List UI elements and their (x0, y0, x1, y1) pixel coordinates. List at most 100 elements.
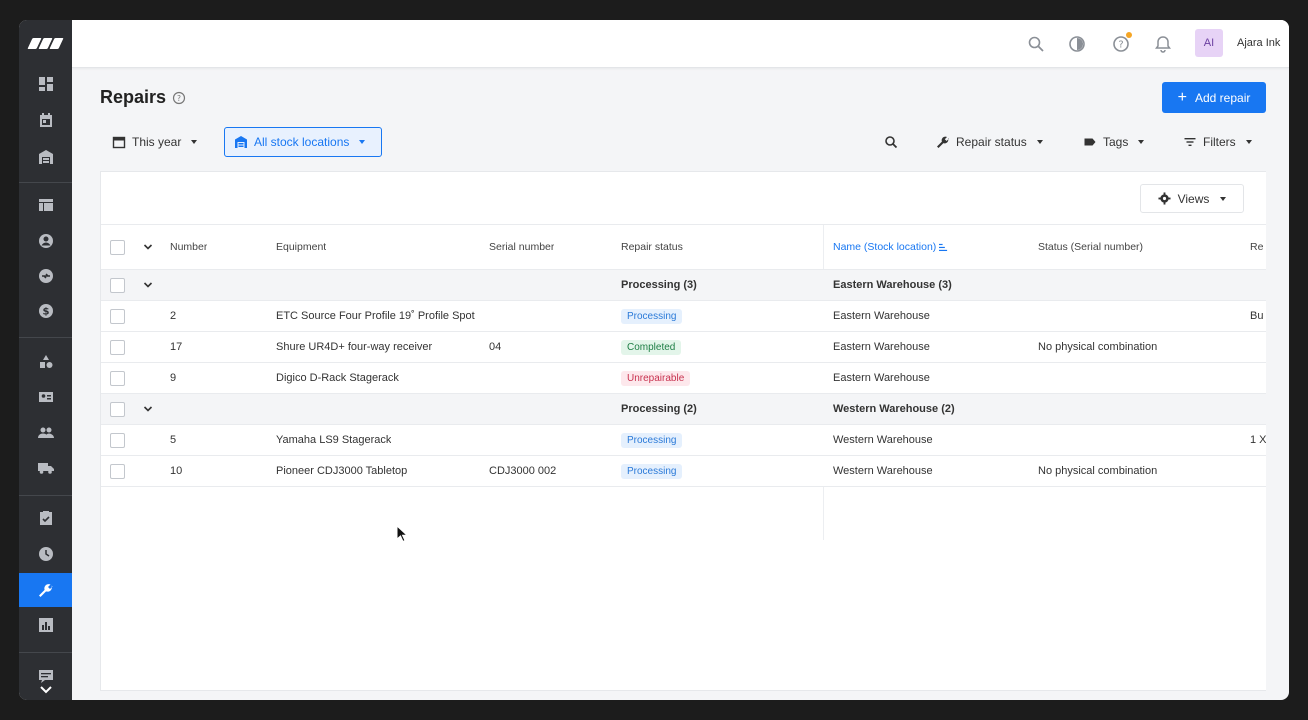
column-header-number[interactable]: Number (170, 225, 207, 269)
row-extra: Bu (1250, 310, 1264, 322)
caret-down-icon (1245, 140, 1252, 144)
chevron-down-icon[interactable] (143, 242, 153, 252)
wrench-icon[interactable] (19, 573, 72, 607)
row-checkbox[interactable] (110, 370, 125, 386)
status-badge: Completed (621, 339, 682, 355)
dollar-icon[interactable]: $ (19, 294, 72, 328)
bar-chart-icon[interactable] (19, 608, 72, 642)
people-icon[interactable] (19, 416, 72, 450)
table-row[interactable]: 10 Pioneer CDJ3000 Tabletop CDJ3000 002 … (101, 456, 1266, 487)
row-location: Eastern Warehouse (833, 372, 930, 384)
table-row[interactable]: 5 Yamaha LS9 Stagerack Processing Wester… (101, 425, 1266, 456)
row-number: 9 (170, 372, 177, 384)
column-header-serial-status[interactable]: Status (Serial number) (1038, 225, 1143, 269)
truck-icon[interactable] (19, 451, 72, 485)
avatar[interactable]: AI (1195, 29, 1223, 57)
table-row[interactable]: 17 Shure UR4D+ four-way receiver 04 Comp… (101, 332, 1266, 363)
row-checkbox[interactable] (110, 339, 125, 355)
theme-icon[interactable] (1067, 34, 1087, 54)
filters-button[interactable]: Filters (1174, 127, 1261, 157)
group-status: Processing (3) (621, 279, 697, 291)
caret-down-icon (359, 140, 366, 144)
row-equipment[interactable]: Pioneer CDJ3000 Tabletop (276, 456, 407, 486)
row-equipment[interactable]: Shure UR4D+ four-way receiver (276, 332, 432, 362)
status-badge: Processing (621, 432, 683, 448)
svg-text:?: ? (177, 94, 181, 103)
row-serial: CDJ3000 002 (489, 465, 557, 477)
period-filter[interactable]: This year (103, 127, 206, 157)
column-header-location-label: Name (Stock location) (833, 241, 937, 253)
row-equipment[interactable]: Digico D-Rack Stagerack (276, 363, 399, 393)
table-search-button[interactable] (875, 127, 907, 157)
filter-lines-icon (1184, 138, 1196, 146)
chevron-down-icon[interactable] (143, 280, 153, 290)
table-icon[interactable] (19, 188, 72, 222)
calendar-icon (112, 136, 126, 149)
caret-down-icon (1220, 196, 1227, 201)
row-extra: 1 X (1250, 434, 1266, 446)
user-name[interactable]: Ajara Ink (1237, 37, 1280, 49)
row-checkbox[interactable] (110, 432, 125, 448)
status-badge: Processing (621, 463, 683, 479)
bell-icon[interactable] (1153, 34, 1173, 54)
group-checkbox[interactable] (110, 277, 125, 293)
views-label: Views (1177, 191, 1210, 206)
dashboard-icon[interactable] (19, 67, 72, 101)
status-badge: Unrepairable (621, 370, 691, 386)
mouse-cursor-icon (396, 525, 408, 543)
row-equipment[interactable]: ETC Source Four Profile 19˚ Profile Spot (276, 301, 475, 331)
row-number: 2 (170, 310, 177, 322)
table-row[interactable]: 2 ETC Source Four Profile 19˚ Profile Sp… (101, 301, 1266, 332)
clipboard-check-icon[interactable] (19, 501, 72, 535)
wrench-icon (937, 136, 949, 148)
period-filter-label: This year (132, 135, 182, 149)
warehouse-icon[interactable] (19, 140, 72, 174)
views-button[interactable]: Views (1140, 184, 1244, 213)
column-header-location[interactable]: Name (Stock location) (833, 225, 948, 269)
row-location: Western Warehouse (833, 465, 933, 477)
caret-down-icon (191, 140, 198, 144)
group-row[interactable]: Processing (2) Western Warehouse (2) (101, 394, 1266, 425)
add-repair-button[interactable]: + Add repair (1162, 82, 1266, 113)
group-checkbox[interactable] (110, 401, 125, 417)
help-icon[interactable]: ? (172, 91, 186, 105)
row-serial-status: No physical combination (1038, 465, 1158, 477)
row-checkbox[interactable] (110, 308, 125, 324)
row-location: Eastern Warehouse (833, 341, 930, 353)
chevron-down-icon[interactable] (143, 404, 153, 414)
group-location: Western Warehouse (2) (833, 403, 955, 415)
chevron-down-icon[interactable] (19, 680, 72, 700)
table-row[interactable]: 9 Digico D-Rack Stagerack Unrepairable E… (101, 363, 1266, 394)
clock-icon[interactable] (19, 537, 72, 571)
location-filter[interactable]: All stock locations (224, 127, 382, 157)
app-logo[interactable] (19, 20, 72, 66)
shapes-icon[interactable] (19, 345, 72, 379)
column-header-serial[interactable]: Serial number (489, 225, 554, 269)
search-icon[interactable] (1026, 34, 1046, 54)
gear-icon (1158, 192, 1171, 205)
sidebar: $ (19, 20, 72, 700)
row-serial-status: No physical combination (1038, 341, 1158, 353)
column-header-extra[interactable]: Re (1250, 225, 1263, 269)
row-serial: 04 (489, 341, 502, 353)
filters-button-label: Filters (1203, 135, 1236, 149)
contact-icon[interactable] (19, 224, 72, 258)
svg-text:$: $ (42, 307, 49, 318)
location-filter-label: All stock locations (254, 135, 350, 149)
row-checkbox[interactable] (110, 463, 125, 479)
id-card-icon[interactable] (19, 380, 72, 414)
group-row[interactable]: Processing (3) Eastern Warehouse (3) (101, 270, 1266, 301)
repair-status-filter[interactable]: Repair status (927, 127, 1052, 157)
column-header-repair-status[interactable]: Repair status (621, 225, 683, 269)
status-badge: Processing (621, 308, 683, 324)
column-header-equipment[interactable]: Equipment (276, 225, 326, 269)
top-bar: ? AI Ajara Ink (72, 20, 1289, 68)
calendar-icon[interactable] (19, 103, 72, 137)
sync-icon[interactable] (19, 259, 72, 293)
warehouse-icon (235, 136, 247, 148)
help-icon[interactable]: ? (1111, 32, 1132, 54)
select-all-checkbox[interactable] (110, 239, 125, 255)
row-equipment[interactable]: Yamaha LS9 Stagerack (276, 425, 391, 455)
table-header: Number Equipment Serial number Repair st… (101, 224, 1266, 270)
tags-filter[interactable]: Tags (1074, 127, 1153, 157)
